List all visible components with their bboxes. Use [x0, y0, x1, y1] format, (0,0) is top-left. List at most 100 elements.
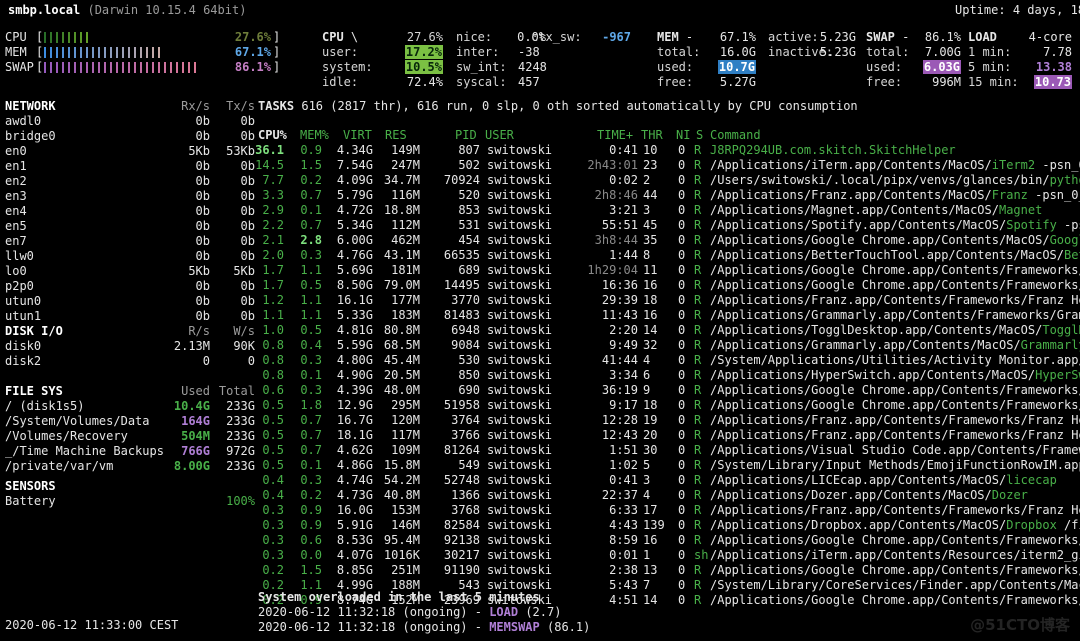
- proc-res: 462M: [391, 233, 420, 247]
- proc-time: 5:43: [609, 578, 638, 592]
- proc-pid: 81483: [443, 308, 480, 322]
- diskio-col-r: R/s: [188, 324, 210, 338]
- proc-pid: 6948: [451, 323, 480, 337]
- cpu-section-title: CPU \: [322, 30, 359, 44]
- load-1min-value: 7.78: [1043, 45, 1072, 59]
- proc-res: 247M: [391, 158, 420, 172]
- network-row-rx: 5Kb: [188, 144, 210, 158]
- proc-virt: 5.33G: [336, 308, 373, 322]
- gauge-percent-mem: 67.1%: [234, 45, 271, 59]
- proc-mem: 0.1: [300, 458, 322, 472]
- network-row-rx: 0b: [195, 159, 210, 173]
- proc-ni: 0: [678, 413, 686, 427]
- network-row-name: en4: [5, 204, 27, 218]
- proc-state: R: [694, 428, 702, 442]
- proc-res: 146M: [391, 518, 420, 532]
- proc-virt: 4.39G: [336, 383, 373, 397]
- filesys-row-total: 233G: [226, 429, 255, 443]
- proc-pid: 689: [458, 263, 480, 277]
- network-row-name: en7: [5, 234, 27, 248]
- proc-command: /Applications/iTerm.app/Contents/Resourc…: [710, 548, 1080, 562]
- proc-virt: 4.80G: [336, 353, 373, 367]
- proc-ni: 0: [678, 323, 686, 337]
- proc-state: R: [694, 308, 702, 322]
- proc-res: 18.8M: [383, 203, 420, 217]
- proc-ni: 0: [678, 143, 686, 157]
- proc-time: 3:34: [609, 368, 638, 382]
- cpu-inter-label: inter:: [456, 45, 500, 59]
- proc-command: /Applications/Franz.app/Contents/MacOS/F…: [710, 188, 1080, 202]
- network-row-tx: 0b: [240, 204, 255, 218]
- network-col-tx: Tx/s: [226, 99, 255, 113]
- proc-res: 68.5M: [383, 338, 420, 352]
- filesys-row-total: 233G: [226, 459, 255, 473]
- proc-header-res[interactable]: RES: [385, 128, 407, 143]
- proc-cpu: 2.0: [262, 248, 284, 262]
- network-row-name: en2: [5, 174, 27, 188]
- proc-header-command[interactable]: Command: [710, 128, 761, 143]
- proc-state: R: [694, 323, 702, 337]
- proc-user: switowski: [487, 503, 553, 517]
- ctx-sw-label: ctx_sw:: [531, 30, 582, 44]
- gauge-bracket-close-1: ]: [273, 45, 281, 59]
- proc-virt: 16.0G: [336, 503, 373, 517]
- network-row-rx: 0b: [195, 309, 210, 323]
- proc-user: switowski: [487, 368, 553, 382]
- proc-header-time[interactable]: TIME+: [597, 128, 633, 143]
- proc-header-cpu[interactable]: CPU%: [258, 128, 287, 143]
- proc-header-ni[interactable]: NI: [676, 128, 690, 143]
- mem-inactive-value: 5.23G: [819, 45, 856, 59]
- proc-mem: 0.9: [300, 518, 322, 532]
- tasks-line: TASKS 616 (2817 thr), 616 run, 0 slp, 0 …: [258, 99, 858, 114]
- network-row-name: en5: [5, 219, 27, 233]
- network-row-name: utun1: [5, 309, 42, 323]
- proc-command: /Applications/iTerm.app/Contents/MacOS/i…: [710, 158, 1080, 172]
- proc-command: /Applications/Google Chrome.app/Contents…: [710, 263, 1080, 277]
- proc-user: switowski: [487, 413, 553, 427]
- proc-ni: 0: [678, 578, 686, 592]
- filesys-row-used: 10.4G: [173, 399, 210, 413]
- proc-thr: 11: [643, 263, 658, 277]
- network-row-name: en0: [5, 144, 27, 158]
- filesys-row-name: _/Time Machine Backups: [5, 444, 164, 458]
- proc-header-virt[interactable]: VIRT: [343, 128, 372, 143]
- proc-thr: 3: [643, 203, 651, 217]
- proc-virt: 4.73G: [336, 488, 373, 502]
- proc-virt: 4.62G: [336, 443, 373, 457]
- proc-ni: 0: [678, 353, 686, 367]
- proc-header-thr[interactable]: THR: [641, 128, 663, 143]
- proc-thr: 44: [643, 188, 658, 202]
- proc-thr: 16: [643, 308, 658, 322]
- proc-res: 181M: [391, 263, 420, 277]
- diskio-row-r: 0: [202, 354, 210, 368]
- proc-header-pid[interactable]: PID: [455, 128, 477, 143]
- alert-title: System overloaded in the last 5 minutes: [258, 590, 540, 604]
- uptime-label: Uptime:: [955, 3, 1006, 17]
- proc-mem: 0.5: [300, 278, 322, 292]
- proc-thr: 23: [643, 158, 658, 172]
- load-15min-value: 10.73: [1033, 75, 1072, 89]
- proc-cpu: 0.8: [262, 353, 284, 367]
- proc-command: /System/Library/Input Methods/EmojiFunct…: [710, 458, 1080, 472]
- filesys-col-total: Total: [218, 384, 255, 398]
- proc-state: R: [694, 188, 702, 202]
- diskio-row-name: disk2: [5, 354, 42, 368]
- proc-virt: 16.1G: [336, 293, 373, 307]
- proc-time: 12:43: [601, 428, 638, 442]
- proc-mem: 0.0: [300, 548, 322, 562]
- proc-header-user[interactable]: USER: [485, 128, 514, 143]
- proc-cpu: 0.5: [262, 458, 284, 472]
- network-row-rx: 0b: [195, 279, 210, 293]
- proc-header-mem[interactable]: MEM%: [300, 128, 329, 143]
- proc-pid: 51958: [443, 398, 480, 412]
- proc-header-s[interactable]: S: [696, 128, 703, 143]
- network-row-rx: 0b: [195, 189, 210, 203]
- filesys-row-used: 8.00G: [173, 459, 210, 473]
- proc-command: /Applications/Grammarly.app/Contents/Mac…: [710, 338, 1080, 352]
- load-5min-value: 13.38: [1035, 60, 1072, 74]
- filesys-row-used: 164G: [181, 414, 210, 428]
- filesys-row-total: 233G: [226, 399, 255, 413]
- proc-command: /Applications/Franz.app/Contents/Framewo…: [710, 428, 1080, 442]
- network-row-tx: 53Kb: [226, 144, 255, 158]
- proc-ni: 0: [678, 593, 686, 607]
